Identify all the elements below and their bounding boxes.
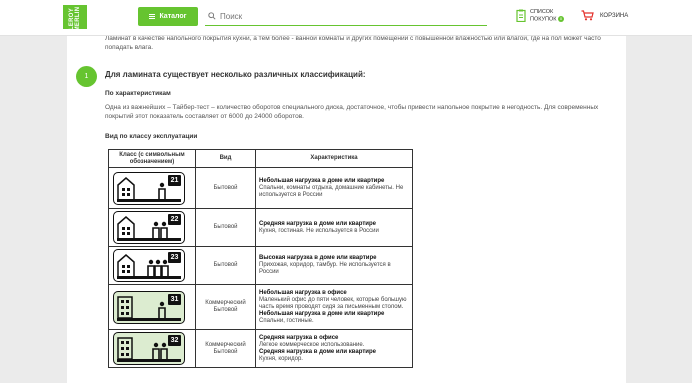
- cart-link[interactable]: КОРЗИНА: [581, 10, 628, 21]
- table-header-row: Класс (с символьным обозначением) Вид Ха…: [108, 149, 413, 168]
- table-row: 21 Бытовой Небольшая нагрузка в доме или…: [108, 167, 413, 209]
- shopping-list-link[interactable]: СПИСОК ПОКУПОК 0: [516, 9, 564, 23]
- shoplist-label-1: СПИСОК: [530, 9, 554, 15]
- menu-icon: [149, 14, 156, 19]
- office-class-icon: 32: [113, 332, 185, 365]
- desc-text: Легкое коммерческое использование.: [259, 341, 365, 348]
- kind-cell: Бытовой: [195, 246, 256, 285]
- class-number: 22: [168, 214, 181, 225]
- desc-text-secondary: Кухня, коридор.: [259, 355, 303, 362]
- class-number: 31: [168, 293, 181, 305]
- desc-title: Средняя нагрузка в офисе: [259, 334, 339, 341]
- kind-cell: Бытовой: [195, 208, 256, 247]
- search-input[interactable]: [220, 11, 470, 21]
- cart-icon: [581, 10, 594, 21]
- desc-title: Средняя нагрузка в доме или квартире: [259, 220, 376, 227]
- desc-text-secondary: Спальни, гостиные.: [259, 317, 314, 324]
- column-header-characteristic: Характеристика: [255, 149, 413, 168]
- desc-title: Небольшая нагрузка в доме или квартире: [259, 177, 385, 184]
- desc-title-secondary: Средняя нагрузка в доме или квартире: [259, 348, 376, 355]
- class-number: 21: [168, 174, 181, 186]
- logo-text: LEROY MERLIN: [69, 6, 81, 29]
- search-bar[interactable]: [205, 7, 487, 26]
- home-class-icon: 22: [113, 211, 185, 244]
- desc-text: Кухня, гостиная. Не используется в Росси…: [259, 227, 379, 234]
- shoplist-count-badge: 0: [557, 16, 564, 22]
- office-class-icon: 31: [113, 290, 185, 324]
- class-table: Класс (с символьным обозначением) Вид Ха…: [108, 149, 413, 368]
- taber-test-paragraph: Одна из важнейших – Тайбер-тест – количе…: [105, 104, 599, 120]
- subheading-class: Вид по классу эксплуатации: [105, 133, 198, 140]
- step-title: Для ламината существует несколько различ…: [105, 70, 366, 79]
- table-row: 22 Бытовой Средняя нагрузка в доме или к…: [108, 208, 413, 247]
- desc-title-secondary: Небольшая нагрузка в доме или квартире: [259, 310, 385, 317]
- column-header-class: Класс (с символьным обозначением): [108, 149, 196, 168]
- desc-text: Маленький офис до пяти человек, которые …: [259, 296, 407, 310]
- subheading-characteristics: По характеристикам: [105, 90, 171, 97]
- site-header: LEROY MERLIN Каталог СПИСОК ПОКУПОК 0 КО…: [0, 0, 692, 36]
- catalog-label: Каталог: [159, 13, 187, 20]
- home-class-icon: 23: [113, 249, 185, 282]
- class-number: 23: [168, 252, 181, 263]
- home-class-icon: 21: [113, 171, 185, 205]
- table-row: 31 Коммерческий Бытовой Небольшая нагруз…: [108, 284, 413, 330]
- leroy-merlin-logo[interactable]: LEROY MERLIN: [63, 5, 87, 29]
- kind-cell: Коммерческий Бытовой: [195, 284, 256, 330]
- table-row: 23 Бытовой Высокая нагрузка в доме или к…: [108, 246, 413, 285]
- class-number: 32: [168, 335, 181, 346]
- step-number-badge: 1: [76, 66, 97, 87]
- kind-cell: Коммерческий Бытовой: [195, 329, 256, 368]
- intro-paragraph: Ламинат в качестве напольного покрытия к…: [105, 36, 601, 51]
- shoplist-label-2: ПОКУПОК: [530, 16, 557, 23]
- cart-label: КОРЗИНА: [600, 12, 629, 19]
- article-card: Ламинат в качестве напольного покрытия к…: [67, 36, 626, 383]
- clipboard-icon: [516, 9, 526, 22]
- search-icon: [208, 12, 216, 20]
- table-row: 32 Коммерческий Бытовой Средняя нагрузка…: [108, 329, 413, 368]
- desc-text: Спальни, комнаты отдыха, домашние кабине…: [259, 184, 404, 198]
- desc-title: Высокая нагрузка в доме или квартире: [259, 255, 377, 261]
- desc-text: Прихожая, коридор, тамбур. Не использует…: [259, 262, 391, 275]
- kind-cell: Бытовой: [195, 167, 256, 209]
- catalog-button[interactable]: Каталог: [138, 7, 198, 26]
- desc-title: Небольшая нагрузка в офисе: [259, 289, 347, 296]
- column-header-kind: Вид: [195, 149, 256, 168]
